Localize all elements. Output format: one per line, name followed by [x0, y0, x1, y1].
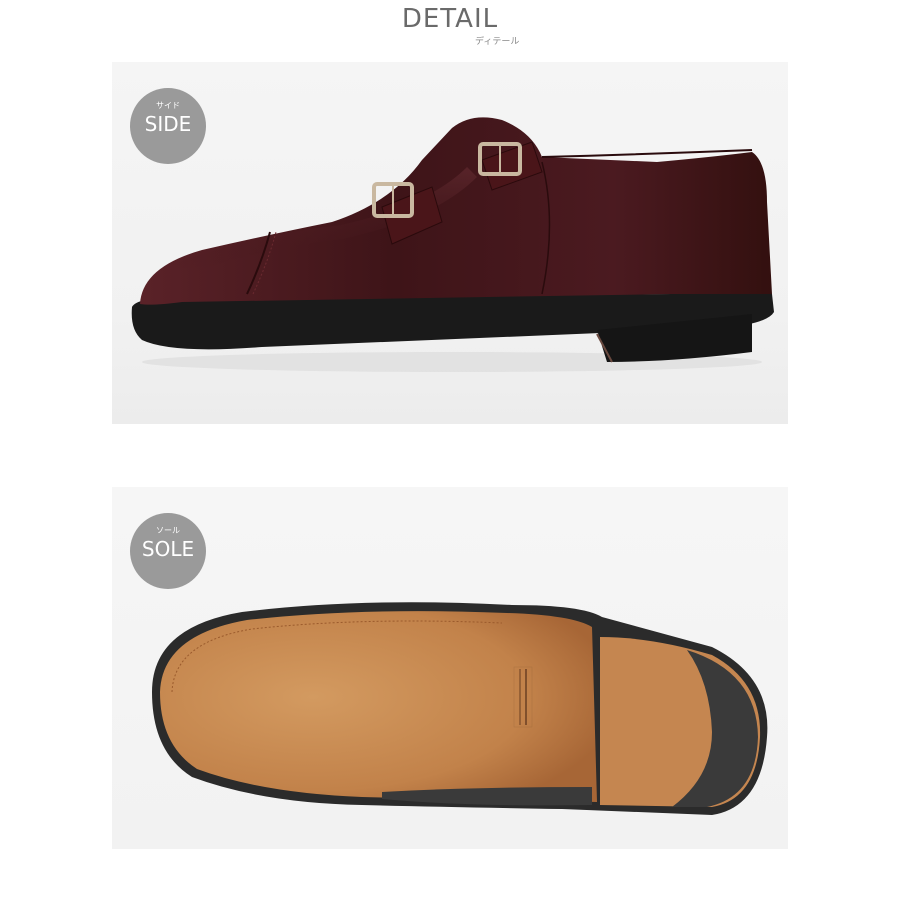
- side-badge-label: SIDE: [144, 112, 192, 136]
- sole-badge: ソール SOLE: [130, 513, 206, 589]
- sole-badge-label: SOLE: [141, 537, 195, 561]
- side-shoe-image: [131, 117, 774, 372]
- detail-header: DETAIL ディテール: [0, 0, 900, 60]
- side-view-panel: サイド SIDE: [112, 62, 788, 424]
- detail-subtitle: ディテール: [475, 37, 520, 47]
- sole-shoe-image: [152, 602, 768, 815]
- detail-title: DETAIL: [401, 4, 499, 34]
- side-badge: サイド SIDE: [130, 88, 206, 164]
- sole-view-panel: ソール SOLE: [112, 487, 788, 849]
- side-badge-sub: サイド: [156, 101, 180, 110]
- sole-badge-sub: ソール: [156, 526, 180, 535]
